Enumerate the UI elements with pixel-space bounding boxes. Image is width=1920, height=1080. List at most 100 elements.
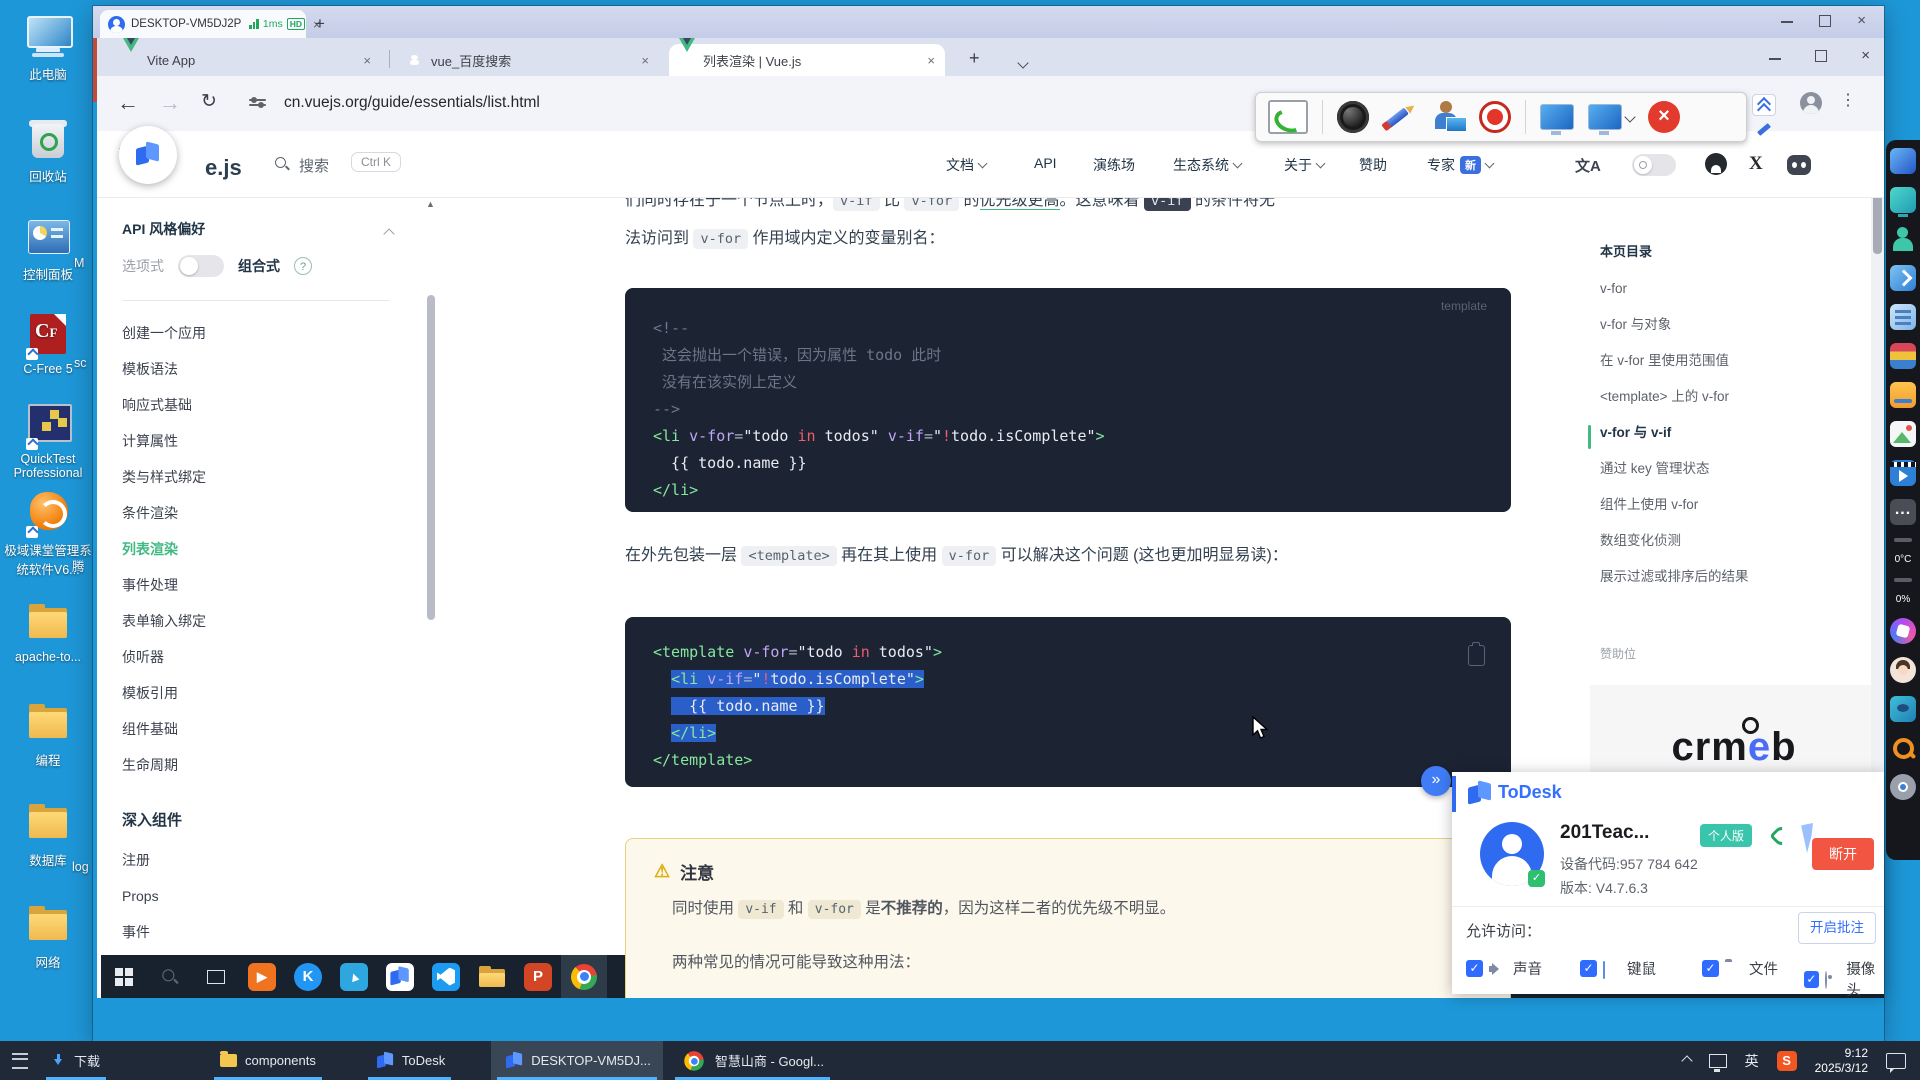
- desktop-icon-quicktest[interactable]: QuickTest Professional: [4, 402, 92, 480]
- taskbar-vscode-icon[interactable]: [423, 955, 469, 998]
- minimize-icon[interactable]: [1781, 21, 1793, 23]
- taskbar-k-app-icon[interactable]: K: [285, 955, 331, 998]
- scroll-up-icon[interactable]: ▲: [426, 199, 435, 209]
- toc-item[interactable]: 组件上使用 v-for: [1600, 487, 1788, 523]
- sidebar-item[interactable]: 模板引用: [122, 675, 402, 711]
- new-session-button[interactable]: +: [315, 14, 325, 34]
- clock[interactable]: 9:122025/3/12: [1815, 1046, 1868, 1076]
- sidebar-item[interactable]: 类与样式绑定: [122, 459, 402, 495]
- taskbar-bird-app-icon[interactable]: ▲: [331, 955, 377, 998]
- taskbar-explorer-icon[interactable]: [469, 955, 515, 998]
- maximize-icon[interactable]: [1819, 15, 1831, 27]
- copy-code-icon[interactable]: [1468, 645, 1485, 666]
- panel-collapse-button[interactable]: »: [1421, 766, 1451, 796]
- toc-item[interactable]: 在 v-for 里使用范围值: [1600, 343, 1788, 379]
- task-view-icon[interactable]: [193, 955, 239, 998]
- sidebar-item[interactable]: 表单输入绑定: [122, 603, 402, 639]
- taskbar-item-remote-session[interactable]: DESKTOP-VM5DJ...: [491, 1041, 663, 1080]
- toc-item[interactable]: 展示过滤或排序后的结果: [1600, 559, 1788, 595]
- tab-search-chevron[interactable]: [1019, 54, 1027, 72]
- presenter-icon[interactable]: [1431, 100, 1465, 134]
- sidebar-item[interactable]: 生命周期: [122, 747, 402, 783]
- collapse-chevron-icon[interactable]: [385, 225, 393, 243]
- site-info-icon[interactable]: [249, 96, 266, 111]
- x-twitter-icon[interactable]: X: [1749, 153, 1763, 175]
- sidebar-item[interactable]: 创建一个应用: [122, 315, 402, 351]
- search-tool-icon[interactable]: [1890, 735, 1916, 761]
- task-list-icon[interactable]: [0, 1041, 40, 1080]
- app-icon[interactable]: [1890, 148, 1916, 174]
- monitor-eye-icon[interactable]: [1890, 696, 1916, 722]
- perm-audio[interactable]: ✓声音: [1466, 958, 1542, 979]
- site-logo-text[interactable]: e.js: [205, 155, 242, 181]
- todesk-floating-ball[interactable]: [119, 126, 177, 184]
- code-content[interactable]: <template v-for="todo in todos"> <li v-i…: [653, 639, 942, 774]
- sidebar-item[interactable]: 响应式基础: [122, 387, 402, 423]
- back-icon[interactable]: ←: [117, 90, 139, 116]
- reload-icon[interactable]: ↻: [201, 90, 217, 113]
- new-tab-button[interactable]: +: [969, 48, 980, 69]
- video-player-icon[interactable]: [1890, 460, 1916, 486]
- composition-api-label[interactable]: 组合式: [238, 256, 280, 276]
- remote-session-tab[interactable]: DESKTOP-VM5DJ2P 1ms HD ×: [100, 10, 306, 38]
- toc-item[interactable]: <template> 上的 v-for: [1600, 379, 1788, 415]
- screen-share-icon[interactable]: [1890, 187, 1916, 213]
- desktop-icon-apache[interactable]: apache-to...: [4, 600, 92, 664]
- taskbar-item-components[interactable]: components: [208, 1041, 328, 1080]
- monitor-icon[interactable]: [1540, 104, 1574, 130]
- toc-item[interactable]: 数组变化侦测: [1600, 523, 1788, 559]
- options-api-label[interactable]: 选项式: [122, 256, 164, 276]
- nav-about[interactable]: 关于: [1284, 155, 1324, 175]
- tab-vite-app[interactable]: Vite App ×: [113, 44, 381, 76]
- collapse-up-icon[interactable]: [1752, 94, 1776, 116]
- ai-assistant-icon[interactable]: [1890, 618, 1916, 644]
- sidebar-item[interactable]: 计算属性: [122, 423, 402, 459]
- sidebar-item[interactable]: 注册: [122, 842, 402, 878]
- code-content[interactable]: <!-- 这会抛出一个错误，因为属性 todo 此时 没有在该实例上定义--><…: [653, 315, 1105, 504]
- pictures-icon[interactable]: [1890, 421, 1916, 447]
- taskbar-player-icon[interactable]: ▶: [239, 955, 285, 998]
- hidden-icons-chevron[interactable]: [1681, 1055, 1692, 1066]
- pencil-icon[interactable]: [1383, 100, 1417, 134]
- restore-icon[interactable]: [1815, 50, 1827, 62]
- sidebar-item[interactable]: 事件处理: [122, 567, 402, 603]
- help-icon[interactable]: ?: [294, 257, 312, 275]
- nav-api[interactable]: API: [1034, 155, 1057, 171]
- scrollbar-thumb[interactable]: [427, 295, 435, 620]
- search-label[interactable]: 搜索: [299, 155, 329, 176]
- theme-toggle[interactable]: [1632, 154, 1676, 176]
- shortcut-icon[interactable]: [1890, 265, 1916, 291]
- taskbar-item-download[interactable]: 下载: [40, 1041, 112, 1080]
- close-icon[interactable]: ×: [1857, 15, 1866, 27]
- voice-call-icon[interactable]: [1770, 824, 1790, 844]
- settings-gear-icon[interactable]: [1890, 774, 1916, 800]
- toc-item[interactable]: v-for: [1600, 271, 1788, 307]
- tab-close-icon[interactable]: ×: [917, 53, 935, 68]
- disconnect-button[interactable]: 断开: [1812, 838, 1874, 870]
- sogou-ime-icon[interactable]: S: [1777, 1051, 1797, 1071]
- folder-icon[interactable]: [1890, 382, 1916, 408]
- toc-item-active[interactable]: v-for 与 v-if: [1600, 415, 1788, 451]
- sidebar-item[interactable]: 侦听器: [122, 639, 402, 675]
- ime-indicator[interactable]: 英: [1745, 1051, 1759, 1071]
- desktop-icon-biancheng[interactable]: 编程: [4, 700, 92, 769]
- action-center-icon[interactable]: [1886, 1053, 1906, 1069]
- minimize-icon[interactable]: [1769, 58, 1781, 60]
- documents-icon[interactable]: [1890, 304, 1916, 330]
- avatar-assistant-icon[interactable]: [1890, 657, 1916, 683]
- translate-icon[interactable]: 文A: [1575, 155, 1601, 176]
- sidebar-item[interactable]: 条件渲染: [122, 495, 402, 531]
- perm-camera[interactable]: ✓摄像头: [1804, 958, 1884, 1000]
- github-icon[interactable]: [1705, 153, 1727, 175]
- desktop-icon-this-pc[interactable]: 此电脑: [4, 14, 92, 83]
- camera-lens-icon[interactable]: [1337, 101, 1369, 133]
- profile-icon[interactable]: [1800, 92, 1822, 114]
- tab-baidu-search[interactable]: vue_百度搜索 ×: [397, 44, 659, 76]
- taskbar-item-todesk[interactable]: ToDesk: [362, 1041, 457, 1080]
- nav-partners[interactable]: 专家新: [1427, 155, 1493, 175]
- pen-tool-icon[interactable]: [1756, 120, 1774, 138]
- winrar-icon[interactable]: [1890, 343, 1916, 369]
- chrome-menu-icon[interactable]: ⋮: [1840, 90, 1856, 110]
- desktop-icon-shujuku[interactable]: 数据库: [4, 800, 92, 869]
- toc-item[interactable]: 通过 key 管理状态: [1600, 451, 1788, 487]
